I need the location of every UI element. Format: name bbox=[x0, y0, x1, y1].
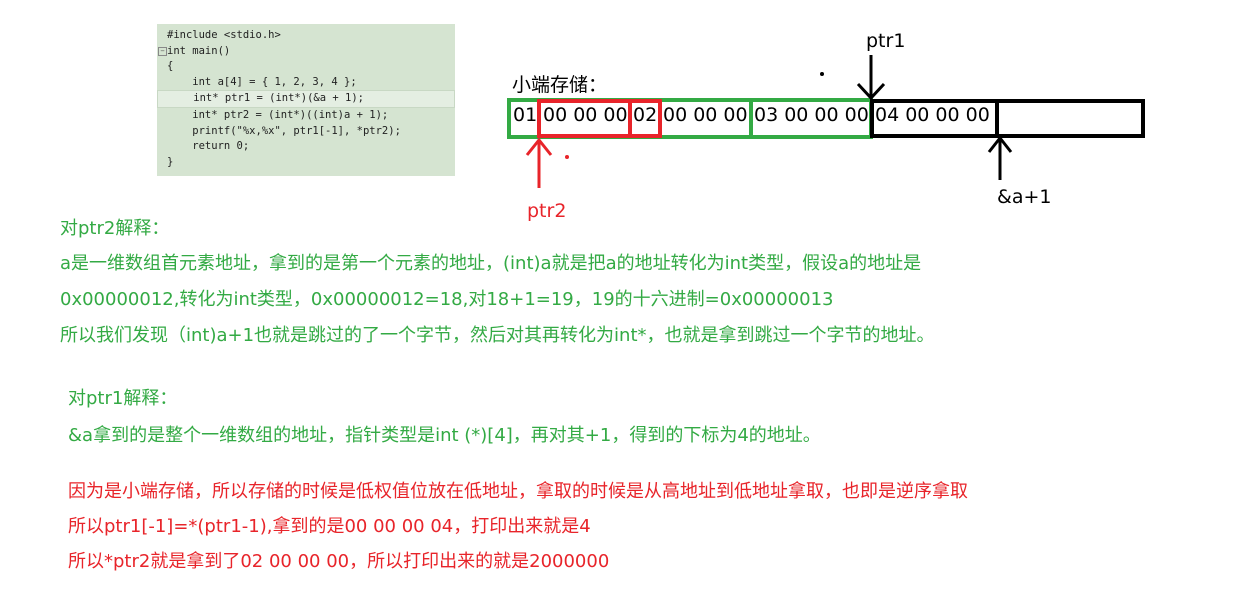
memory-cell: 02 bbox=[633, 104, 658, 126]
ptr1-arrow bbox=[856, 55, 886, 101]
ptr2-line: 所以我们发现（int)a+1也就是跳过的了一个字节，然后对其再转化为int*，也… bbox=[60, 325, 935, 346]
ptr1-line: &a拿到的是整个一维数组的地址，指针类型是int (*)[4]，再对其+1，得到… bbox=[68, 425, 821, 446]
conclusion-line: 所以*ptr2就是拿到了02 00 00 00，所以打印出来的就是2000000 bbox=[68, 551, 610, 572]
ptr2-line: a是一维数组首元素地址，拿到的是第一个元素的地址，(int)a就是把a的地址转化… bbox=[60, 253, 922, 274]
end-label: &a+1 bbox=[997, 186, 1052, 208]
memory-cell: 01 bbox=[513, 104, 538, 126]
dot bbox=[565, 155, 569, 159]
black-box-2 bbox=[995, 99, 1145, 138]
ptr2-arrow bbox=[525, 137, 553, 188]
conclusion-line: 因为是小端存储，所以存储的时候是低权值位放在低地址，拿取的时候是从高地址到低地址… bbox=[68, 481, 968, 502]
ptr2-line: 0x00000012,转化为int类型，0x00000012=18,对18+1=… bbox=[60, 289, 834, 310]
conclusion-line: 所以ptr1[-1]=*(ptr1-1),拿到的是00 00 00 04，打印出… bbox=[68, 516, 591, 537]
memory-cell: 04 00 00 00 bbox=[875, 104, 990, 126]
dot bbox=[820, 72, 824, 76]
ptr1-label: ptr1 bbox=[866, 30, 906, 52]
memory-cell: 03 00 00 00 bbox=[754, 104, 869, 126]
ptr2-title: 对ptr2解释： bbox=[60, 218, 170, 239]
ptr1-title: 对ptr1解释： bbox=[68, 388, 178, 409]
ptr2-label: ptr2 bbox=[527, 200, 567, 222]
end-arrow bbox=[987, 135, 1013, 180]
memory-cell: 00 00 00 bbox=[663, 104, 748, 126]
memory-cell: 00 00 00 bbox=[543, 104, 628, 126]
